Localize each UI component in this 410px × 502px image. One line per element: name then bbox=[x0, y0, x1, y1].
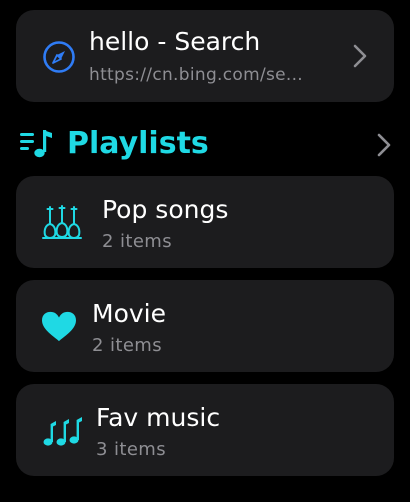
playlist-icon bbox=[20, 130, 52, 158]
playlist-item[interactable]: Fav music 3 items bbox=[16, 384, 394, 476]
heart-icon bbox=[42, 311, 76, 342]
playlist-count: 3 items bbox=[96, 439, 167, 460]
playlist-item[interactable]: Pop songs 2 items bbox=[16, 176, 394, 268]
guitars-icon bbox=[42, 205, 82, 239]
playlist-name: Movie bbox=[92, 299, 166, 328]
compass-icon bbox=[43, 41, 75, 73]
chevron-right-icon bbox=[353, 44, 367, 68]
playlist-item[interactable]: Movie 2 items bbox=[16, 280, 394, 372]
playlist-name: Fav music bbox=[96, 403, 221, 432]
recent-search-url: https://cn.bing.com/se... bbox=[89, 65, 304, 85]
playlist-name: Pop songs bbox=[102, 195, 229, 224]
playlist-count: 2 items bbox=[102, 231, 173, 252]
recent-search-card[interactable]: hello - Search https://cn.bing.com/se... bbox=[16, 10, 394, 102]
recent-search-title: hello - Search bbox=[89, 27, 261, 56]
playlist-count: 2 items bbox=[92, 335, 163, 356]
music-notes-icon bbox=[43, 417, 82, 446]
chevron-right-icon[interactable] bbox=[376, 132, 392, 158]
playlists-header[interactable]: Playlists bbox=[0, 122, 410, 166]
section-title: Playlists bbox=[67, 126, 209, 161]
